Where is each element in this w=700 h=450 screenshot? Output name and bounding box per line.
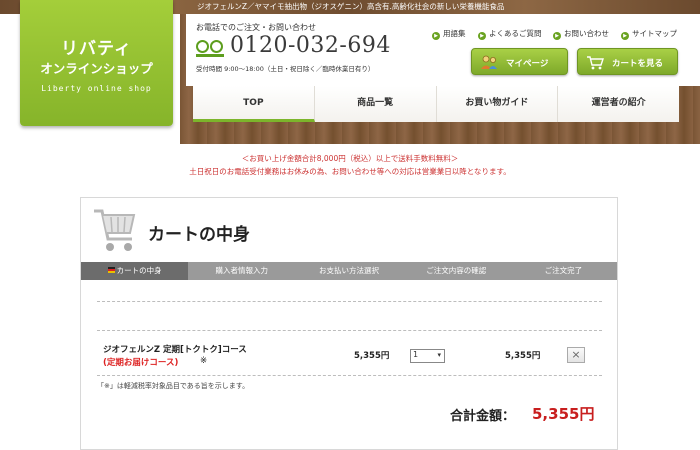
flag-icon (107, 267, 115, 273)
mypage-button[interactable]: マイページ (471, 48, 568, 75)
util-link-label: 用語集 (443, 29, 466, 38)
cart-icon (587, 56, 604, 70)
arrow-circle-icon: ▶ (478, 32, 486, 40)
arrow-circle-icon: ▶ (553, 32, 561, 40)
item-course: (定期お届けコース) (103, 358, 179, 368)
view-cart-button[interactable]: カートを見る (577, 48, 678, 75)
util-link-label: サイトマップ (632, 29, 677, 38)
total-value: 5,355円 (532, 405, 595, 423)
item-price: 5,355円 (354, 351, 390, 361)
shipping-notice: ＜お買い上げ金額合計8,000円（税込）以上で送料手数料無料＞ (241, 154, 459, 163)
view-cart-label: カートを見る (612, 59, 664, 69)
checkout-steps: カートの中身 購入者情報入力 お支払い方法選択 ご注文内容の確認 ご注文完了 (81, 262, 617, 280)
step-payment: お支払い方法選択 (319, 266, 379, 275)
item-name: ジオフェルンZ 定期[トクトク]コース (103, 345, 247, 355)
nav-tab-about[interactable]: 運営者の紹介 (558, 86, 679, 122)
logo-line2: オンラインショップ (40, 61, 153, 76)
quantity-value: 1 (413, 350, 419, 359)
divider (97, 375, 602, 376)
mypage-label: マイページ (506, 59, 549, 69)
nav-tab-guide[interactable]: お買い物ガイド (436, 86, 559, 122)
reduced-tax-mark: ※ (200, 356, 208, 366)
util-link-label: よくあるご質問 (489, 29, 542, 38)
logo-line3: Liberty online shop (41, 84, 152, 93)
phone-number[interactable]: 0120-032-694 (230, 33, 391, 58)
item-subtotal: 5,355円 (505, 351, 541, 361)
step-confirm: ご注文内容の確認 (426, 266, 487, 275)
weekend-notice: 土日祝日のお電話受付業務はお休みの為、お問い合わせ等への対応は営業業日以降となり… (189, 167, 511, 176)
user-icon (481, 55, 497, 69)
site-logo[interactable]: リバティ オンラインショップ Liberty online shop (20, 0, 173, 126)
arrow-circle-icon: ▶ (432, 32, 440, 40)
util-link-label: お問い合わせ (564, 29, 609, 38)
step-buyer-info: 購入者情報入力 (215, 266, 269, 275)
tax-note: 「※」は軽減税率対象品目である旨を示します。 (97, 382, 250, 390)
util-link-glossary[interactable]: ▶ 用語集 (432, 28, 466, 40)
step-complete: ご注文完了 (544, 266, 583, 275)
nav-tab-top[interactable]: TOP (193, 86, 315, 122)
cart-title: カートの中身 (148, 225, 250, 245)
step-label: カートの中身 (116, 266, 162, 275)
chevron-down-icon: ▾ (437, 351, 441, 359)
site-tagline: ジオフェルンZ／ヤマイモ抽出物（ジオスゲニン）高含有.高齢化社会の新しい栄養機能… (197, 2, 505, 11)
total-label: 合計金額： (450, 409, 516, 424)
main-nav: TOP 商品一覧 お買い物ガイド 運営者の紹介 (193, 86, 679, 122)
freedial-icon (196, 40, 224, 57)
quantity-select[interactable]: 1 ▾ (410, 349, 445, 363)
divider (97, 301, 602, 302)
util-link-contact[interactable]: ▶ お問い合わせ (553, 28, 609, 40)
shopping-cart-icon (94, 209, 136, 251)
nav-tab-products[interactable]: 商品一覧 (314, 86, 437, 122)
close-icon: × (571, 348, 581, 361)
util-link-faq[interactable]: ▶ よくあるご質問 (478, 28, 542, 40)
logo-line1: リバティ (61, 39, 132, 59)
step-cart: カートの中身 (81, 262, 189, 280)
divider (97, 330, 602, 331)
util-link-sitemap[interactable]: ▶ サイトマップ (621, 28, 677, 40)
arrow-circle-icon: ▶ (621, 32, 629, 40)
business-hours: 受付時間 9:00～18:00（土日・祝日除く／臨時休業日有り） (196, 65, 375, 73)
delete-item-button[interactable]: × (567, 347, 585, 363)
phone-label: お電話でのご注文・お問い合わせ (196, 23, 316, 32)
